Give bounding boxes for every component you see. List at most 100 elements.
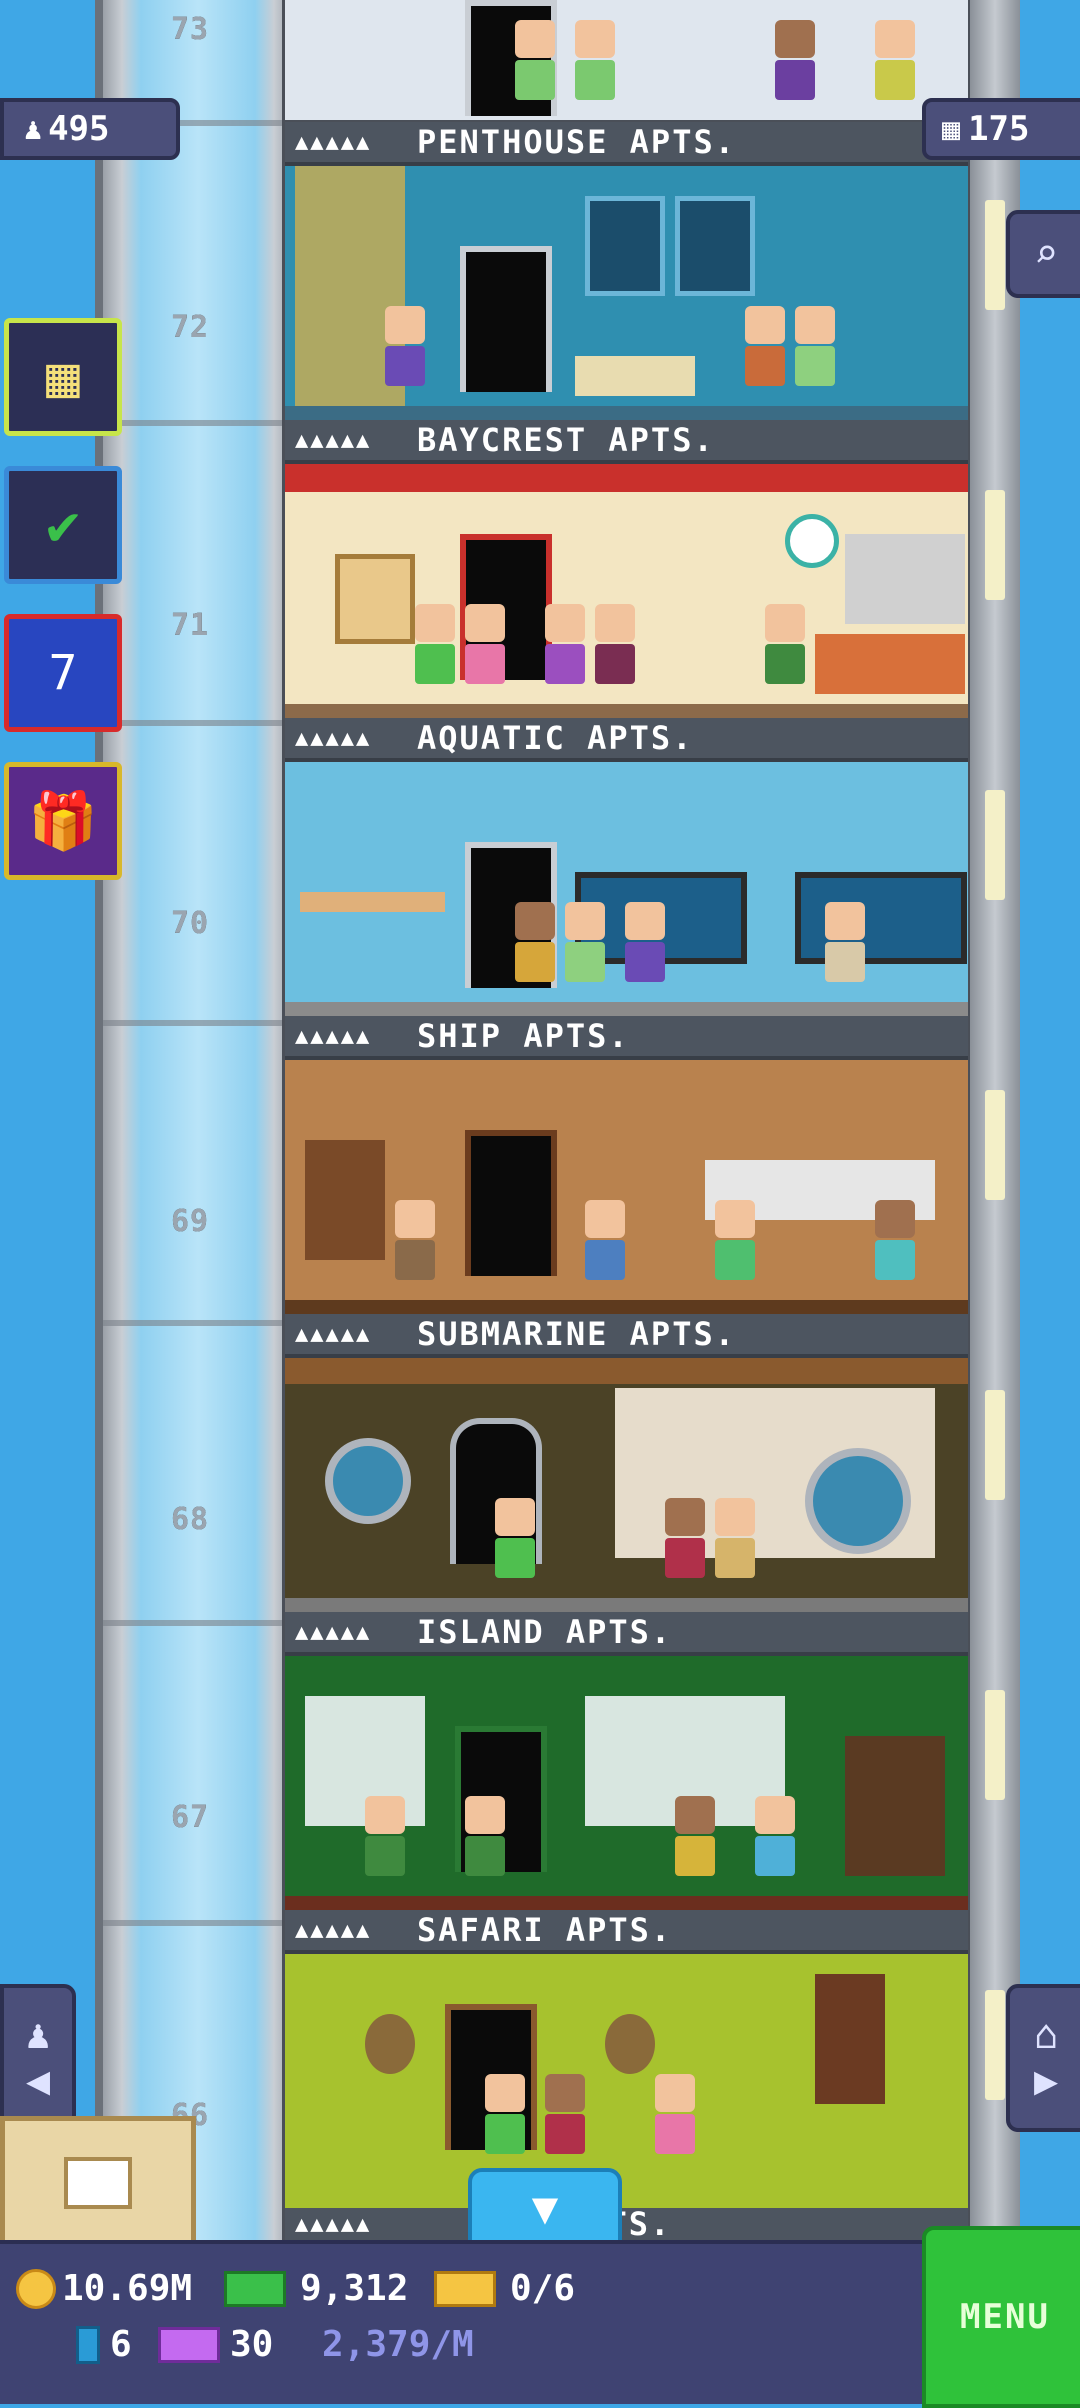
crate-icon	[64, 2157, 132, 2209]
gift-button[interactable]: 🎁	[4, 762, 122, 880]
floor-label: ▲▲▲▲▲ AQUATIC APTS.	[285, 718, 968, 762]
bux-stat: 9,312	[224, 2268, 408, 2309]
income-rate: 2,379/M	[322, 2324, 474, 2365]
resident[interactable]	[675, 1796, 715, 1891]
resident[interactable]	[715, 1200, 755, 1295]
resident[interactable]	[655, 2074, 695, 2169]
room	[285, 1656, 968, 1910]
cash-icon	[224, 2270, 286, 2307]
floor-island[interactable]: ▲▲▲▲▲ ISLAND APTS.	[285, 1612, 968, 1910]
door	[465, 1130, 557, 1276]
scroll-down-button[interactable]: ▼	[468, 2168, 622, 2248]
room	[285, 166, 968, 420]
pillar-light	[985, 490, 1005, 600]
resident[interactable]	[585, 1200, 625, 1295]
resident[interactable]	[625, 902, 665, 997]
sofa	[575, 356, 695, 396]
resident[interactable]	[875, 20, 915, 115]
floor-partial-bottom[interactable]: ▲▲▲▲▲ APTS.	[285, 2208, 968, 2240]
floor-label: ▲▲▲▲▲ ISLAND APTS.	[285, 1612, 968, 1656]
floor-ship[interactable]: ▲▲▲▲▲ SHIP APTS.	[285, 1016, 968, 1314]
calendar-icon: 7	[48, 645, 78, 701]
bux-value: 9,312	[300, 2268, 409, 2309]
resident[interactable]	[875, 1200, 915, 1295]
resident[interactable]	[395, 1200, 435, 1295]
room	[285, 1358, 968, 1612]
resident[interactable]	[465, 604, 505, 699]
room-top-partial[interactable]	[285, 0, 968, 120]
resident[interactable]	[545, 604, 585, 699]
resident[interactable]	[665, 1498, 705, 1593]
missions-button[interactable]: ✔	[4, 466, 122, 584]
scroll-to-top-button[interactable]: ⌂ ▶	[1006, 1984, 1080, 2132]
gift-icon: 🎁	[28, 789, 98, 854]
resident[interactable]	[515, 20, 555, 115]
resident[interactable]	[485, 2074, 525, 2169]
resident[interactable]	[715, 1498, 755, 1593]
cabinet	[845, 534, 965, 624]
star-rating: ▲▲▲▲▲	[295, 2211, 372, 2237]
tickets-value: 0/6	[510, 2268, 576, 2309]
crate-button[interactable]	[0, 2116, 196, 2250]
coin-icon	[16, 2268, 56, 2309]
floor-baycrest[interactable]: ▲▲▲▲▲ BAYCREST APTS.	[285, 420, 968, 718]
resident[interactable]	[795, 306, 835, 401]
floor-penthouse[interactable]: ▲▲▲▲▲ PENTHOUSE APTS.	[285, 122, 968, 420]
star-rating: ▲▲▲▲▲	[295, 427, 372, 453]
shutter	[815, 1974, 885, 2104]
calendar-button[interactable]: 7	[4, 614, 122, 732]
menu-label: MENU	[960, 2297, 1050, 2337]
search-icon: ⌕	[1033, 231, 1059, 277]
income-rate-value: 2,379/M	[322, 2324, 474, 2365]
floor-submarine[interactable]: ▲▲▲▲▲ SUBMARINE APTS.	[285, 1314, 968, 1612]
shaft-floor-number: 70	[170, 906, 210, 941]
resident[interactable]	[385, 306, 425, 401]
shaft-floor-number: 73	[170, 12, 210, 47]
resident[interactable]	[575, 20, 615, 115]
floor-name: SHIP APTS.	[417, 1017, 630, 1055]
vip-value: 30	[230, 2324, 274, 2365]
bux-icon	[76, 2325, 100, 2364]
shaft-floor-number: 69	[170, 1204, 210, 1239]
floor-safari[interactable]: ▲▲▲▲▲ SAFARI APTS.	[285, 1910, 968, 2208]
build-floor-button[interactable]: ▦	[4, 318, 122, 436]
floor-label: ▲▲▲▲▲ APTS.	[285, 2208, 968, 2240]
resident[interactable]	[755, 1796, 795, 1891]
floor-label: ▲▲▲▲▲ SAFARI APTS.	[285, 1910, 968, 1954]
resident[interactable]	[745, 306, 785, 401]
ticket-icon	[434, 2270, 496, 2307]
tickets-stat: 0/6	[434, 2268, 575, 2309]
clock-icon	[785, 514, 839, 568]
pillar-light	[985, 1090, 1005, 1200]
floor-name: AQUATIC APTS.	[417, 719, 694, 757]
menu-button[interactable]: MENU	[922, 2226, 1080, 2408]
resident[interactable]	[545, 2074, 585, 2169]
star-rating: ▲▲▲▲▲	[295, 725, 372, 751]
floor-name: SUBMARINE APTS.	[417, 1315, 736, 1353]
resident[interactable]	[465, 1796, 505, 1891]
resident[interactable]	[775, 20, 815, 115]
floor-label: ▲▲▲▲▲ PENTHOUSE APTS.	[285, 122, 968, 166]
search-button[interactable]: ⌕	[1006, 210, 1080, 298]
porthole	[805, 1448, 911, 1554]
pillar-light	[985, 790, 1005, 900]
population-counter[interactable]: ♟ 495	[0, 98, 180, 160]
scroll-to-lobby-button[interactable]: ♟ ◀	[0, 1984, 76, 2132]
floors-counter[interactable]: ▦ 175	[922, 98, 1080, 160]
vip-stat: 30	[158, 2324, 273, 2365]
resident[interactable]	[495, 1498, 535, 1593]
resident[interactable]	[825, 902, 865, 997]
resident[interactable]	[595, 604, 635, 699]
shaft-floor-number: 67	[170, 1800, 210, 1835]
resident[interactable]	[765, 604, 805, 699]
floor-name: PENTHOUSE APTS.	[417, 123, 736, 161]
checklist-icon: ✔	[46, 492, 80, 558]
floor-aquatic[interactable]: ▲▲▲▲▲ AQUATIC APTS.	[285, 718, 968, 1016]
person-icon: ♟	[24, 111, 43, 147]
resident[interactable]	[415, 604, 455, 699]
resident[interactable]	[515, 902, 555, 997]
resident[interactable]	[365, 1796, 405, 1891]
resident[interactable]	[565, 902, 605, 997]
shaft-floor-number: 72	[170, 310, 210, 345]
counter	[815, 634, 965, 694]
